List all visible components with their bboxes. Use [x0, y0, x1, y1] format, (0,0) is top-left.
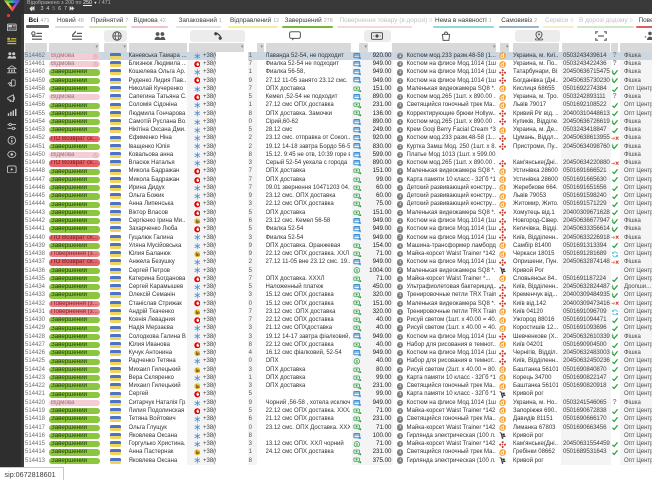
svg-text:$: $	[355, 442, 358, 448]
svg-text:$: $	[355, 359, 358, 365]
svg-text:$: $	[355, 268, 358, 274]
